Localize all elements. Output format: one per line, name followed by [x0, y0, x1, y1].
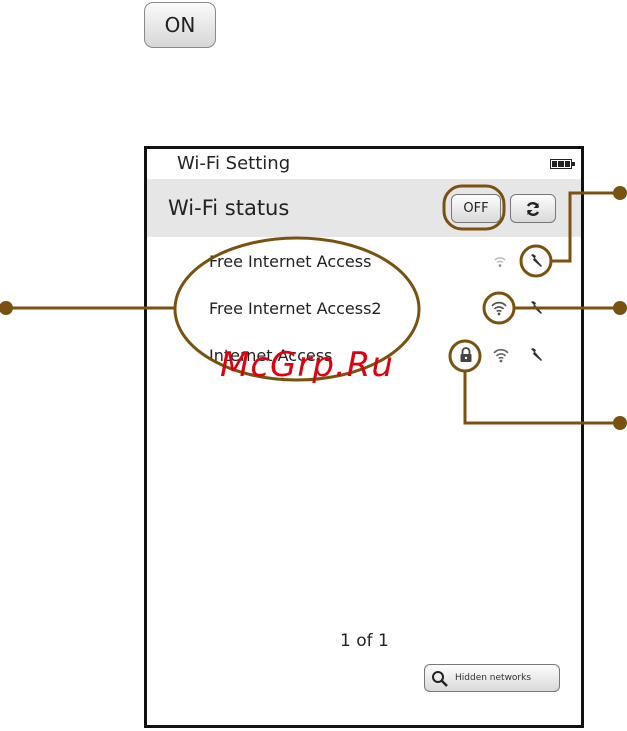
callout-dot-settings	[613, 186, 627, 200]
callout-dot-signal	[613, 301, 627, 315]
settings-leader	[551, 191, 620, 263]
lock-callout-circle	[448, 339, 482, 373]
lock-leader	[463, 371, 620, 425]
callout-dot-left	[0, 301, 13, 315]
watermark: McGrp.Ru	[220, 345, 394, 385]
off-button-callout	[442, 184, 506, 231]
settings-callout-circle	[519, 244, 553, 278]
callout-dot-lock	[613, 416, 627, 430]
signal-callout-circle	[482, 291, 516, 325]
